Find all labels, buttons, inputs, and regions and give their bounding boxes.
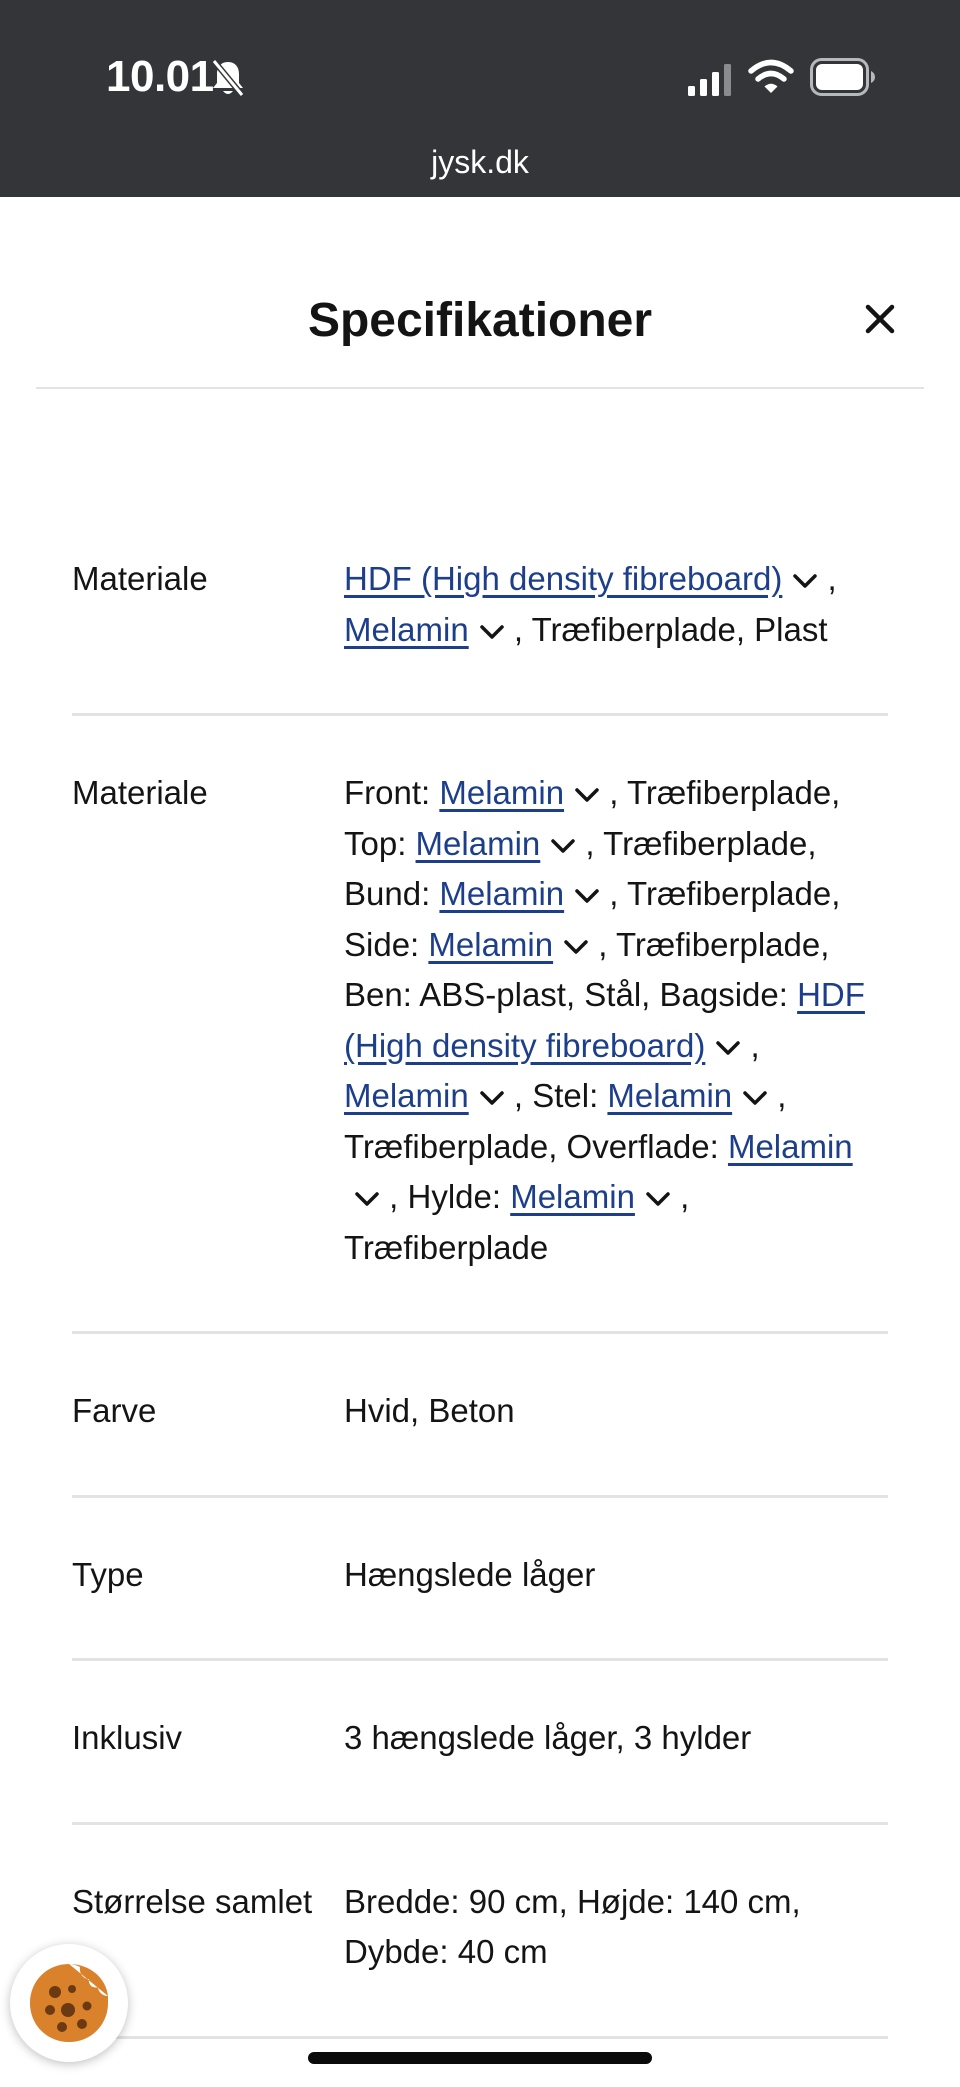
chevron-down-icon[interactable] [645, 1189, 671, 1209]
material-link[interactable]: HDF (High density fibreboard) [344, 560, 782, 597]
close-icon[interactable] [860, 299, 900, 339]
chevron-down-icon[interactable] [563, 937, 589, 957]
url-bar-domain[interactable]: jysk.dk [0, 144, 960, 181]
spec-row: Farve Hvid, Beton [72, 1334, 888, 1498]
home-indicator [308, 2052, 652, 2064]
status-bar: 10.01 jysk.dk [0, 0, 960, 197]
spec-label: Materiale [72, 560, 208, 597]
battery-icon [810, 58, 875, 96]
spec-label: Materiale [72, 774, 208, 811]
material-link[interactable]: Melamin [344, 611, 469, 648]
spec-text: Hængslede låger [344, 1555, 596, 1593]
wifi-icon [748, 59, 794, 93]
spec-list: Materiale HDF (High density fibreboard) ,… [72, 534, 888, 2039]
status-time: 10.01 [106, 52, 214, 101]
spec-value: HDF (High density fibreboard) , Melamin … [344, 554, 888, 655]
spec-text: 3 hængslede låger, 3 hylder [344, 1719, 752, 1756]
chevron-down-icon[interactable] [715, 1038, 741, 1058]
spec-label: Inklusiv [72, 1719, 183, 1756]
spec-value: Bredde: 90 cm, Højde: 140 cm, Dybde: 40 … [344, 1877, 888, 1978]
chevron-down-icon[interactable] [479, 1088, 505, 1108]
spec-text: , [818, 560, 837, 597]
spec-text: Front: [344, 774, 440, 811]
spec-text: , [741, 1026, 760, 1064]
spec-text: , Stel: [504, 1077, 608, 1114]
modal-header: Specifikationer [36, 197, 924, 389]
spec-row: Materiale HDF (High density fibreboard) ,… [72, 534, 888, 716]
spec-text: Bredde: 90 cm, Højde: 140 cm, Dybde: 40 … [344, 1882, 801, 1971]
material-link[interactable]: Melamin [728, 1128, 853, 1165]
chevron-down-icon[interactable] [742, 1088, 768, 1108]
chevron-down-icon[interactable] [792, 571, 818, 591]
cookie-icon [30, 1964, 108, 2042]
material-link[interactable]: Melamin [439, 875, 564, 912]
material-link[interactable]: Melamin [607, 1077, 732, 1114]
spec-row: Størrelse samlet Bredde: 90 cm, Højde: 14… [72, 1825, 888, 2039]
material-link[interactable]: Melamin [510, 1178, 635, 1215]
spec-text: Hvid, Beton [344, 1392, 515, 1429]
material-link[interactable]: Melamin [344, 1077, 469, 1114]
cookie-settings-button[interactable] [10, 1944, 128, 2062]
spec-value: Hvid, Beton [344, 1386, 888, 1437]
spec-text: , Træfiberplade, Plast [504, 610, 828, 648]
spec-value: Front: Melamin , Træfiberplade, Top: Mel… [344, 768, 888, 1273]
chevron-down-icon[interactable] [550, 836, 576, 856]
signal-icon [688, 64, 731, 96]
spec-value: Hængslede låger [344, 1550, 888, 1601]
material-link[interactable]: Melamin [439, 774, 564, 811]
spec-text: , Hylde: [380, 1178, 511, 1215]
material-link[interactable]: Melamin [428, 926, 553, 963]
spec-value: 3 hængslede låger, 3 hylder [344, 1713, 888, 1764]
chevron-down-icon[interactable] [479, 622, 505, 642]
bell-slash-icon [211, 59, 245, 97]
modal-title: Specifikationer [307, 294, 653, 347]
spec-row: Inklusiv 3 hængslede låger, 3 hylder [72, 1661, 888, 1825]
spec-label: Type [72, 1555, 144, 1593]
material-link[interactable]: Melamin [416, 825, 541, 862]
chevron-down-icon[interactable] [574, 886, 600, 906]
spec-label: Farve [72, 1392, 157, 1429]
spec-row: Materiale Front: Melamin , Træfiberplade,… [72, 716, 888, 1334]
chevron-down-icon[interactable] [574, 785, 600, 805]
spec-row: Type Hængslede låger [72, 1498, 888, 1661]
chevron-down-icon[interactable] [354, 1189, 380, 1209]
